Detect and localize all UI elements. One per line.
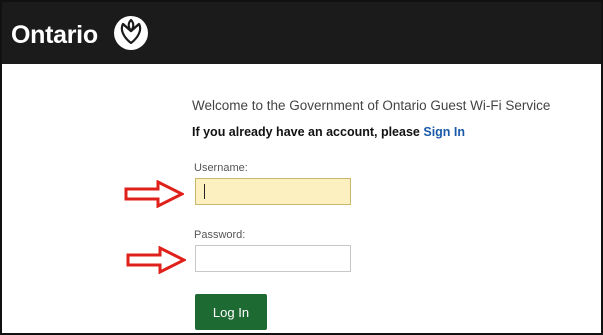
account-prompt: If you already have an account, please S… (192, 125, 465, 139)
login-button[interactable]: Log In (195, 294, 267, 330)
site-header: Ontario (2, 2, 601, 64)
welcome-heading: Welcome to the Government of Ontario Gue… (192, 98, 551, 113)
password-label: Password: (194, 229, 246, 241)
username-input[interactable] (195, 178, 351, 205)
username-label: Username: (194, 162, 248, 174)
account-prompt-text: If you already have an account, please (192, 125, 420, 139)
password-input[interactable] (195, 245, 351, 272)
text-cursor (204, 184, 205, 199)
browser-frame: Ontario Welcome to the Government of Ont… (0, 0, 603, 335)
red-arrow-icon (126, 246, 186, 274)
brand-wordmark: Ontario (11, 21, 98, 49)
sign-in-link[interactable]: Sign In (423, 125, 465, 139)
red-arrow-icon (124, 180, 184, 208)
ontario-trillium-icon (114, 16, 148, 50)
